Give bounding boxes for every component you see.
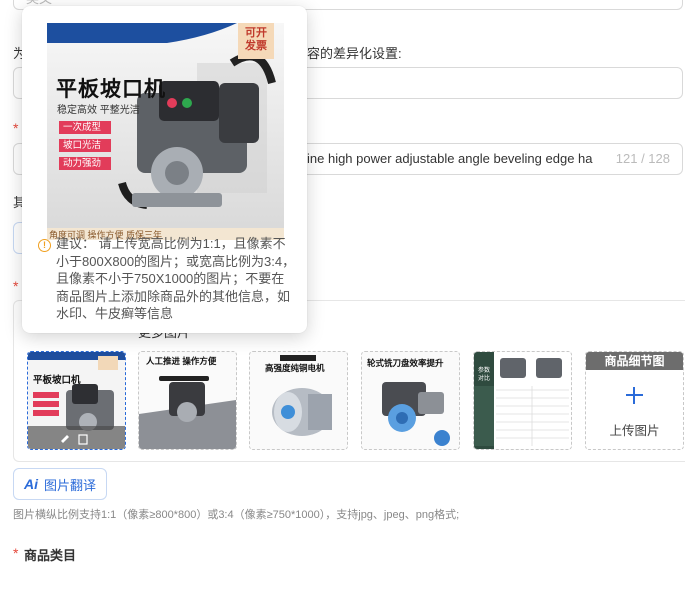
preview-image: 可开 发票 平板坡口机 稳定高效 平整光洁 一次成型 坡口光洁 动力强劲 角度可… xyxy=(47,23,284,240)
upload-suggestion-text: 建议： 请上传宽高比例为1:1，且像素不小于800X800的图片；或宽高比例为3… xyxy=(56,236,296,321)
required-marker: * xyxy=(13,120,19,136)
thumb4-caption: 轮式铣刀盘效率提升 xyxy=(367,358,444,368)
image-preview-popover: 可开 发票 平板坡口机 稳定高效 平整光洁 一次成型 坡口光洁 动力强劲 角度可… xyxy=(22,6,307,333)
product-title-value: ine high power adjustable angle beveling… xyxy=(307,151,593,166)
feature-tag-2: 坡口光洁 xyxy=(59,139,111,152)
thumb5-caption: 参数 xyxy=(478,366,490,374)
feature-tag-1: 一次成型 xyxy=(59,121,111,134)
diff-setting-label-end: 容的差异化设置: xyxy=(307,46,402,61)
svg-text:对比: 对比 xyxy=(478,374,490,382)
thumbnail-5[interactable]: 参数 对比 xyxy=(473,351,572,450)
image-translate-button[interactable]: Ai 图片翻译 xyxy=(13,468,108,500)
thumbnail-4[interactable]: 轮式铣刀盘效率提升 xyxy=(361,351,460,450)
category-label: 商品类目 xyxy=(24,548,77,563)
thumb3-caption: 高强度纯铜电机 xyxy=(265,363,325,373)
category-required-marker: * xyxy=(13,545,19,561)
feature-tag-3: 动力强劲 xyxy=(59,157,111,170)
thumbnail-2[interactable]: 人工推进 操作方便 xyxy=(138,351,237,450)
title-char-counter: 121 / 128 xyxy=(615,151,670,166)
image-translate-label: 图片翻译 xyxy=(44,477,97,493)
plus-icon xyxy=(626,387,643,404)
preview-subtitle: 稳定高效 平整光洁 xyxy=(57,105,140,116)
thumb1-title: 平板坡口机 xyxy=(33,374,81,386)
preview-title: 平板坡口机 xyxy=(56,78,166,101)
invoice-badge: 可开 发票 xyxy=(238,23,274,59)
thumb2-caption: 人工推进 操作方便 xyxy=(146,356,217,366)
image-format-hint: 图片横纵比例支持1:1（像素≥800*800）或3:4（像素≥750*1000）… xyxy=(13,509,460,521)
thumbnail-3[interactable]: 高强度纯铜电机 xyxy=(249,351,348,450)
required-marker-images: * xyxy=(13,278,19,294)
upload-detail-header: 商品细节图 xyxy=(586,352,683,370)
upload-detail-image-slot[interactable]: 商品细节图 上传图片 xyxy=(585,351,684,450)
ai-icon: Ai xyxy=(24,476,38,492)
thumbnail-1[interactable]: 平板坡口机 xyxy=(27,351,126,450)
upload-image-label: 上传图片 xyxy=(609,424,660,438)
info-icon: ! xyxy=(38,239,51,252)
